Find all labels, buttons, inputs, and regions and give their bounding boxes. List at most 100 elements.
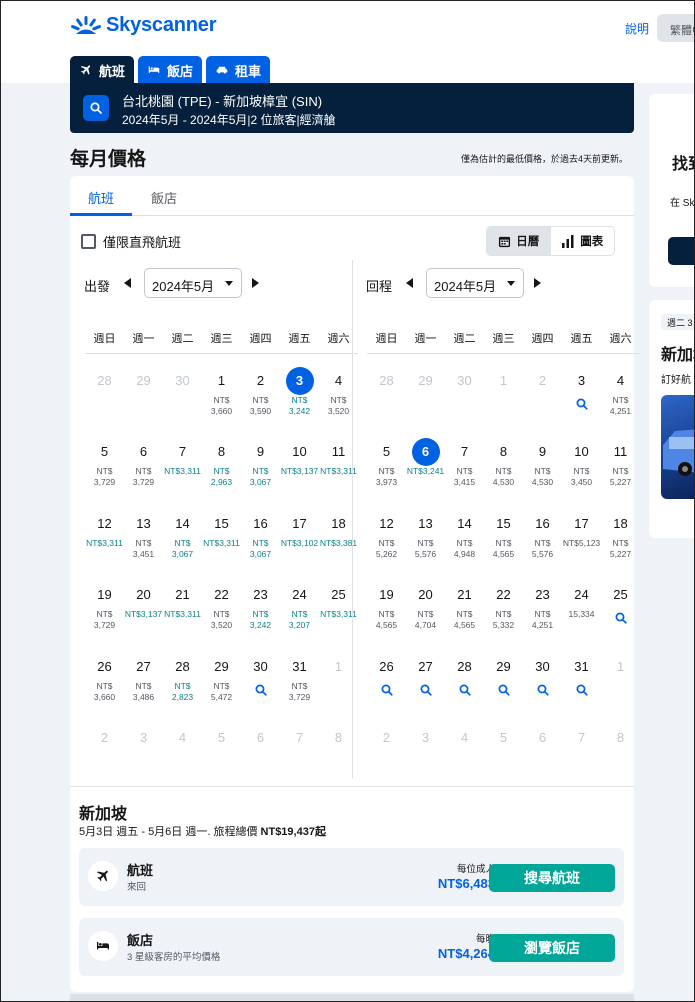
search-flights-button[interactable]: 搜尋航班 [489,864,615,892]
subtab-flights[interactable]: 航班 [88,188,114,207]
calendar-day[interactable]: 26 NT$ 3,660 [85,654,124,725]
calendar-day[interactable]: 10 NT$ 3,450 [562,439,601,510]
day-price: 3,067 [249,477,272,488]
search-icon[interactable] [381,683,393,701]
search-icon[interactable] [498,683,510,701]
calendar-day[interactable]: 11 NT$ 5,227 [601,439,640,510]
search-icon[interactable] [420,683,432,701]
calendar-day[interactable]: 21 NT$ 4,565 [445,582,484,653]
direct-only-checkbox[interactable] [81,234,96,249]
calendar-day[interactable]: 22 NT$ 5,332 [484,582,523,653]
calendar-day[interactable]: 5 NT$ 3,973 [367,439,406,510]
calendar-day[interactable]: 20 NT$ 4,704 [406,582,445,653]
calendar-day[interactable]: 21 NT$3,311 [163,582,202,653]
tab-hotels[interactable]: 飯店 [138,56,203,84]
calendar-day[interactable]: 20 NT$3,137 [124,582,163,653]
calendar-day[interactable]: 23 NT$ 3,242 [241,582,280,653]
calendar-day[interactable]: 31 NT$ 3,729 [280,654,319,725]
next-month-arrow[interactable] [534,278,541,288]
calendar-day[interactable]: 23 NT$ 4,251 [523,582,562,653]
calendar-header: 回程 2024年5月 [363,260,637,308]
search-icon[interactable] [576,397,588,415]
calendar-day[interactable]: 5 NT$ 3,729 [85,439,124,510]
calendar-day[interactable]: 31 [562,654,601,725]
calendar-day[interactable]: 8 NT$ 2,963 [202,439,241,510]
calendar-day[interactable]: 19 NT$ 3,729 [85,582,124,653]
calendar-day[interactable]: 12 NT$3,311 [85,511,124,582]
calendar-day: 28 [85,368,124,439]
calendar-day[interactable]: 22 NT$ 3,520 [202,582,241,653]
calendar-day[interactable]: 6 NT$ 3,729 [124,439,163,510]
calendar-day[interactable]: 13 NT$ 5,576 [406,511,445,582]
car-image[interactable] [661,395,695,499]
calendar-day[interactable]: 28 [445,654,484,725]
calendar-day[interactable]: 18 NT$ 5,227 [601,511,640,582]
calendar-day[interactable]: 10 NT$3,137 [280,439,319,510]
search-icon[interactable] [537,683,549,701]
calendar-day[interactable]: 14 NT$ 4,948 [445,511,484,582]
tab-car-hire[interactable]: 租車 [206,56,271,84]
selected-day[interactable]: 3 NT$ 3,242 [280,367,319,439]
search-travellers: 2 位旅客 [250,113,297,127]
search-button[interactable] [83,95,109,121]
direct-only-filter[interactable]: 僅限直飛航班 [81,232,181,251]
calendar-view-label: 日曆 [516,236,540,248]
calendar-day[interactable]: 29 NT$ 5,472 [202,654,241,725]
calendar-day[interactable]: 24 15,334 [562,582,601,653]
promo-button[interactable] [668,237,695,265]
day-grid: 28 29 30 1 NT$ 3,660 2 NT$ 3,590 3 NT$ 3,242 4 NT$ 3,5… [85,367,358,796]
calendar-day[interactable]: 2 NT$ 3,590 [241,368,280,439]
search-icon[interactable] [615,611,627,629]
calendar-day[interactable]: 16 NT$ 3,067 [241,511,280,582]
previous-month-arrow[interactable] [124,278,131,288]
chart-view-button[interactable]: 圖表 [551,227,615,255]
calendar-day[interactable]: 28 NT$ 2,823 [163,654,202,725]
calendar-day[interactable]: 13 NT$ 3,451 [124,511,163,582]
calendar-day[interactable]: 9 NT$ 4,530 [523,439,562,510]
calendar-view-button[interactable]: 日曆 [487,227,551,255]
search-summary[interactable]: 台北桃園 (TPE) - 新加坡樟宜 (SIN) 2024年5月 - 2024年… [70,83,634,133]
calendar-day[interactable]: 30 [241,654,280,725]
weekday-label: 週四 [249,333,272,345]
calendar-day[interactable]: 12 NT$ 5,262 [367,511,406,582]
weekday-label: 週二 [453,333,476,345]
calendar-day[interactable]: 27 [406,654,445,725]
calendar-day[interactable]: 27 NT$ 3,486 [124,654,163,725]
selected-day[interactable]: 6 NT$3,241 [406,438,445,510]
calendar-day[interactable]: 26 [367,654,406,725]
calendar-day[interactable]: 16 NT$ 5,576 [523,511,562,582]
calendar-day[interactable]: 17 NT$5,123 [562,511,601,582]
tab-flights[interactable]: 航班 [70,56,135,84]
calendar-day[interactable]: 4 NT$ 4,251 [601,368,640,439]
calendar-day[interactable]: 30 [523,654,562,725]
skyscanner-logo[interactable]: Skyscanner [71,14,216,37]
calendar-day[interactable]: 7 NT$3,311 [163,439,202,510]
calendar-day[interactable]: 19 NT$ 4,565 [367,582,406,653]
next-month-arrow[interactable] [252,278,259,288]
calendar-day[interactable]: 17 NT$3,102 [280,511,319,582]
day-price: 3,067 [171,548,194,559]
search-icon[interactable] [459,683,471,701]
subtab-hotels[interactable]: 飯店 [151,188,177,207]
browse-hotels-button[interactable]: 瀏覽飯店 [489,934,615,962]
calendar-day[interactable]: 24 NT$ 3,207 [280,582,319,653]
calendar-day[interactable]: 9 NT$ 3,067 [241,439,280,510]
calendar-day[interactable]: 29 [484,654,523,725]
previous-month-arrow[interactable] [406,278,413,288]
calendar-day[interactable]: 7 NT$ 3,415 [445,439,484,510]
bar-chart-icon [562,234,574,248]
calendar-day[interactable]: 8 NT$ 4,530 [484,439,523,510]
calendar-day[interactable]: 15 NT$ 4,565 [484,511,523,582]
calendar-day[interactable]: 3 [562,368,601,439]
day-number: 8 [499,444,508,460]
help-link[interactable]: 說明 [625,20,649,37]
calendar-day[interactable]: 25 [601,582,640,653]
month-select[interactable]: 2024年5月 [144,268,242,298]
month-select[interactable]: 2024年5月 [426,268,524,298]
calendar-day[interactable]: 15 NT$3,311 [202,511,241,582]
search-icon[interactable] [255,683,267,701]
search-icon[interactable] [576,683,588,701]
calendar-day[interactable]: 14 NT$ 3,067 [163,511,202,582]
calendar-day[interactable]: 1 NT$ 3,660 [202,368,241,439]
language-button[interactable]: 繁體中文 [657,14,695,42]
